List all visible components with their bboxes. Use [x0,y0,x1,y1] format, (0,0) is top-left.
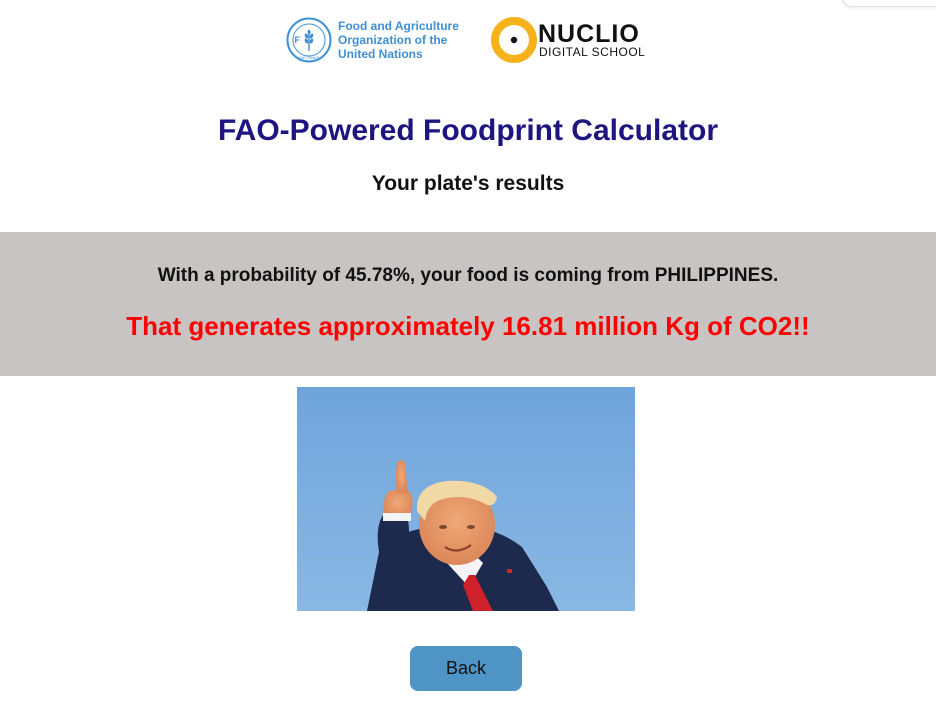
fao-logo: F FIAT PANIS Food and Agriculture Organi… [286,17,466,63]
nuclio-logo: NUCLIO DIGITAL SCHOOL [490,16,645,64]
page: F FIAT PANIS Food and Agriculture Organi… [0,0,936,713]
fao-emblem-motto: FIAT PANIS [298,55,319,60]
result-photo [297,387,635,611]
nuclio-name: NUCLIO [538,19,640,48]
page-subtitle: Your plate's results [371,172,565,195]
corner-widget-fragment [842,0,936,7]
page-title: FAO-Powered Foodprint Calculator [217,114,719,147]
probability-text: With a probability of 45.78%, your food … [157,265,779,286]
fao-name-line-3: United Nations [338,47,423,61]
fao-emblem-letter-f: F [295,35,301,45]
nuclio-wordmark: NUCLIO DIGITAL SCHOOL [538,19,646,59]
back-button[interactable]: Back [410,646,522,691]
fao-name-line-2: Organization of the [338,33,448,47]
fao-name: Food and Agriculture Organization of the… [338,19,466,61]
thumbs-up-photo-image [297,387,635,611]
fao-emblem-icon: F FIAT PANIS [286,17,332,63]
result-panel: With a probability of 45.78%, your food … [0,232,936,376]
nuclio-ring-icon [491,17,537,63]
nuclio-subtitle: DIGITAL SCHOOL [539,44,646,59]
logo-bar: F FIAT PANIS Food and Agriculture Organi… [286,14,645,66]
co2-estimate-text: That generates approximately 16.81 milli… [126,311,810,341]
fao-name-line-1: Food and Agriculture [338,19,459,33]
